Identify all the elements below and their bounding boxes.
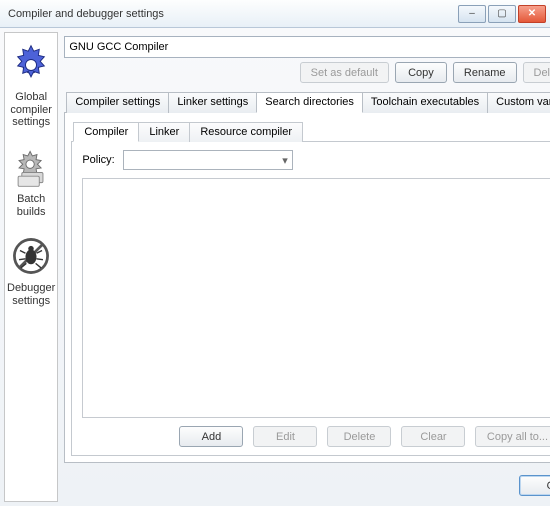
clear-button[interactable]: Clear: [401, 426, 465, 447]
policy-select[interactable]: ▾: [123, 150, 293, 170]
bug-ban-icon: [7, 232, 55, 280]
sidebar-item-batch-builds[interactable]: Batch builds: [5, 139, 57, 226]
compiler-dirs-panel: Policy: ▾ ▴ ▾ Add Edit Delete: [71, 142, 550, 456]
directories-list[interactable]: ▴ ▾: [82, 178, 550, 418]
compiler-select[interactable]: GNU GCC Compiler ▾: [64, 36, 550, 58]
tab-linker-settings[interactable]: Linker settings: [168, 92, 257, 113]
ok-button[interactable]: OK: [519, 475, 550, 496]
list-actions: Add Edit Delete Clear Copy all to...: [82, 426, 550, 447]
window-title: Compiler and debugger settings: [8, 8, 458, 20]
sidebar-item-label: Debugger settings: [7, 282, 55, 307]
sidebar-item-debugger[interactable]: Debugger settings: [5, 228, 57, 315]
tab-custom-variables[interactable]: Custom variables: [487, 92, 550, 113]
tab-search-directories[interactable]: Search directories: [256, 92, 363, 113]
titlebar: Compiler and debugger settings – ▢ ✕: [0, 0, 550, 28]
compiler-select-value: GNU GCC Compiler: [69, 41, 168, 53]
minimize-button[interactable]: –: [458, 5, 486, 23]
gear-icon: [7, 41, 55, 89]
batch-gear-icon: [7, 143, 55, 191]
delete-button[interactable]: Delete: [327, 426, 391, 447]
close-button[interactable]: ✕: [518, 5, 546, 23]
main-tabs: Compiler settings Linker settings Search…: [64, 91, 550, 113]
policy-label: Policy:: [82, 154, 114, 166]
sidebar: Global compiler settings Batch builds De…: [4, 32, 58, 502]
edit-button[interactable]: Edit: [253, 426, 317, 447]
subtab-resource-compiler[interactable]: Resource compiler: [189, 122, 303, 142]
sidebar-item-global-compiler[interactable]: Global compiler settings: [5, 37, 57, 137]
window-buttons: – ▢ ✕: [458, 5, 546, 23]
compiler-button-row: Set as default Copy Rename Delete Reset …: [64, 62, 550, 83]
policy-row: Policy: ▾: [82, 150, 550, 170]
sub-tabs: Compiler Linker Resource compiler: [71, 121, 550, 142]
maximize-button[interactable]: ▢: [488, 5, 516, 23]
dialog-footer: OK Cancel: [64, 469, 550, 496]
add-button[interactable]: Add: [179, 426, 243, 447]
search-directories-panel: Compiler Linker Resource compiler Policy…: [64, 113, 550, 463]
rename-button[interactable]: Rename: [453, 62, 517, 83]
sidebar-item-label: Global compiler settings: [7, 91, 55, 129]
tab-compiler-settings[interactable]: Compiler settings: [66, 92, 169, 113]
main-panel: GNU GCC Compiler ▾ Set as default Copy R…: [58, 32, 550, 502]
subtab-compiler[interactable]: Compiler: [73, 122, 139, 142]
sidebar-item-label: Batch builds: [7, 193, 55, 218]
chevron-down-icon: ▾: [282, 154, 288, 167]
copy-all-to-button[interactable]: Copy all to...: [475, 426, 550, 447]
subtab-linker[interactable]: Linker: [138, 122, 190, 142]
tab-toolchain-executables[interactable]: Toolchain executables: [362, 92, 488, 113]
content-area: Global compiler settings Batch builds De…: [0, 28, 550, 506]
set-default-button[interactable]: Set as default: [300, 62, 389, 83]
delete-compiler-button[interactable]: Delete: [523, 62, 550, 83]
copy-button[interactable]: Copy: [395, 62, 447, 83]
